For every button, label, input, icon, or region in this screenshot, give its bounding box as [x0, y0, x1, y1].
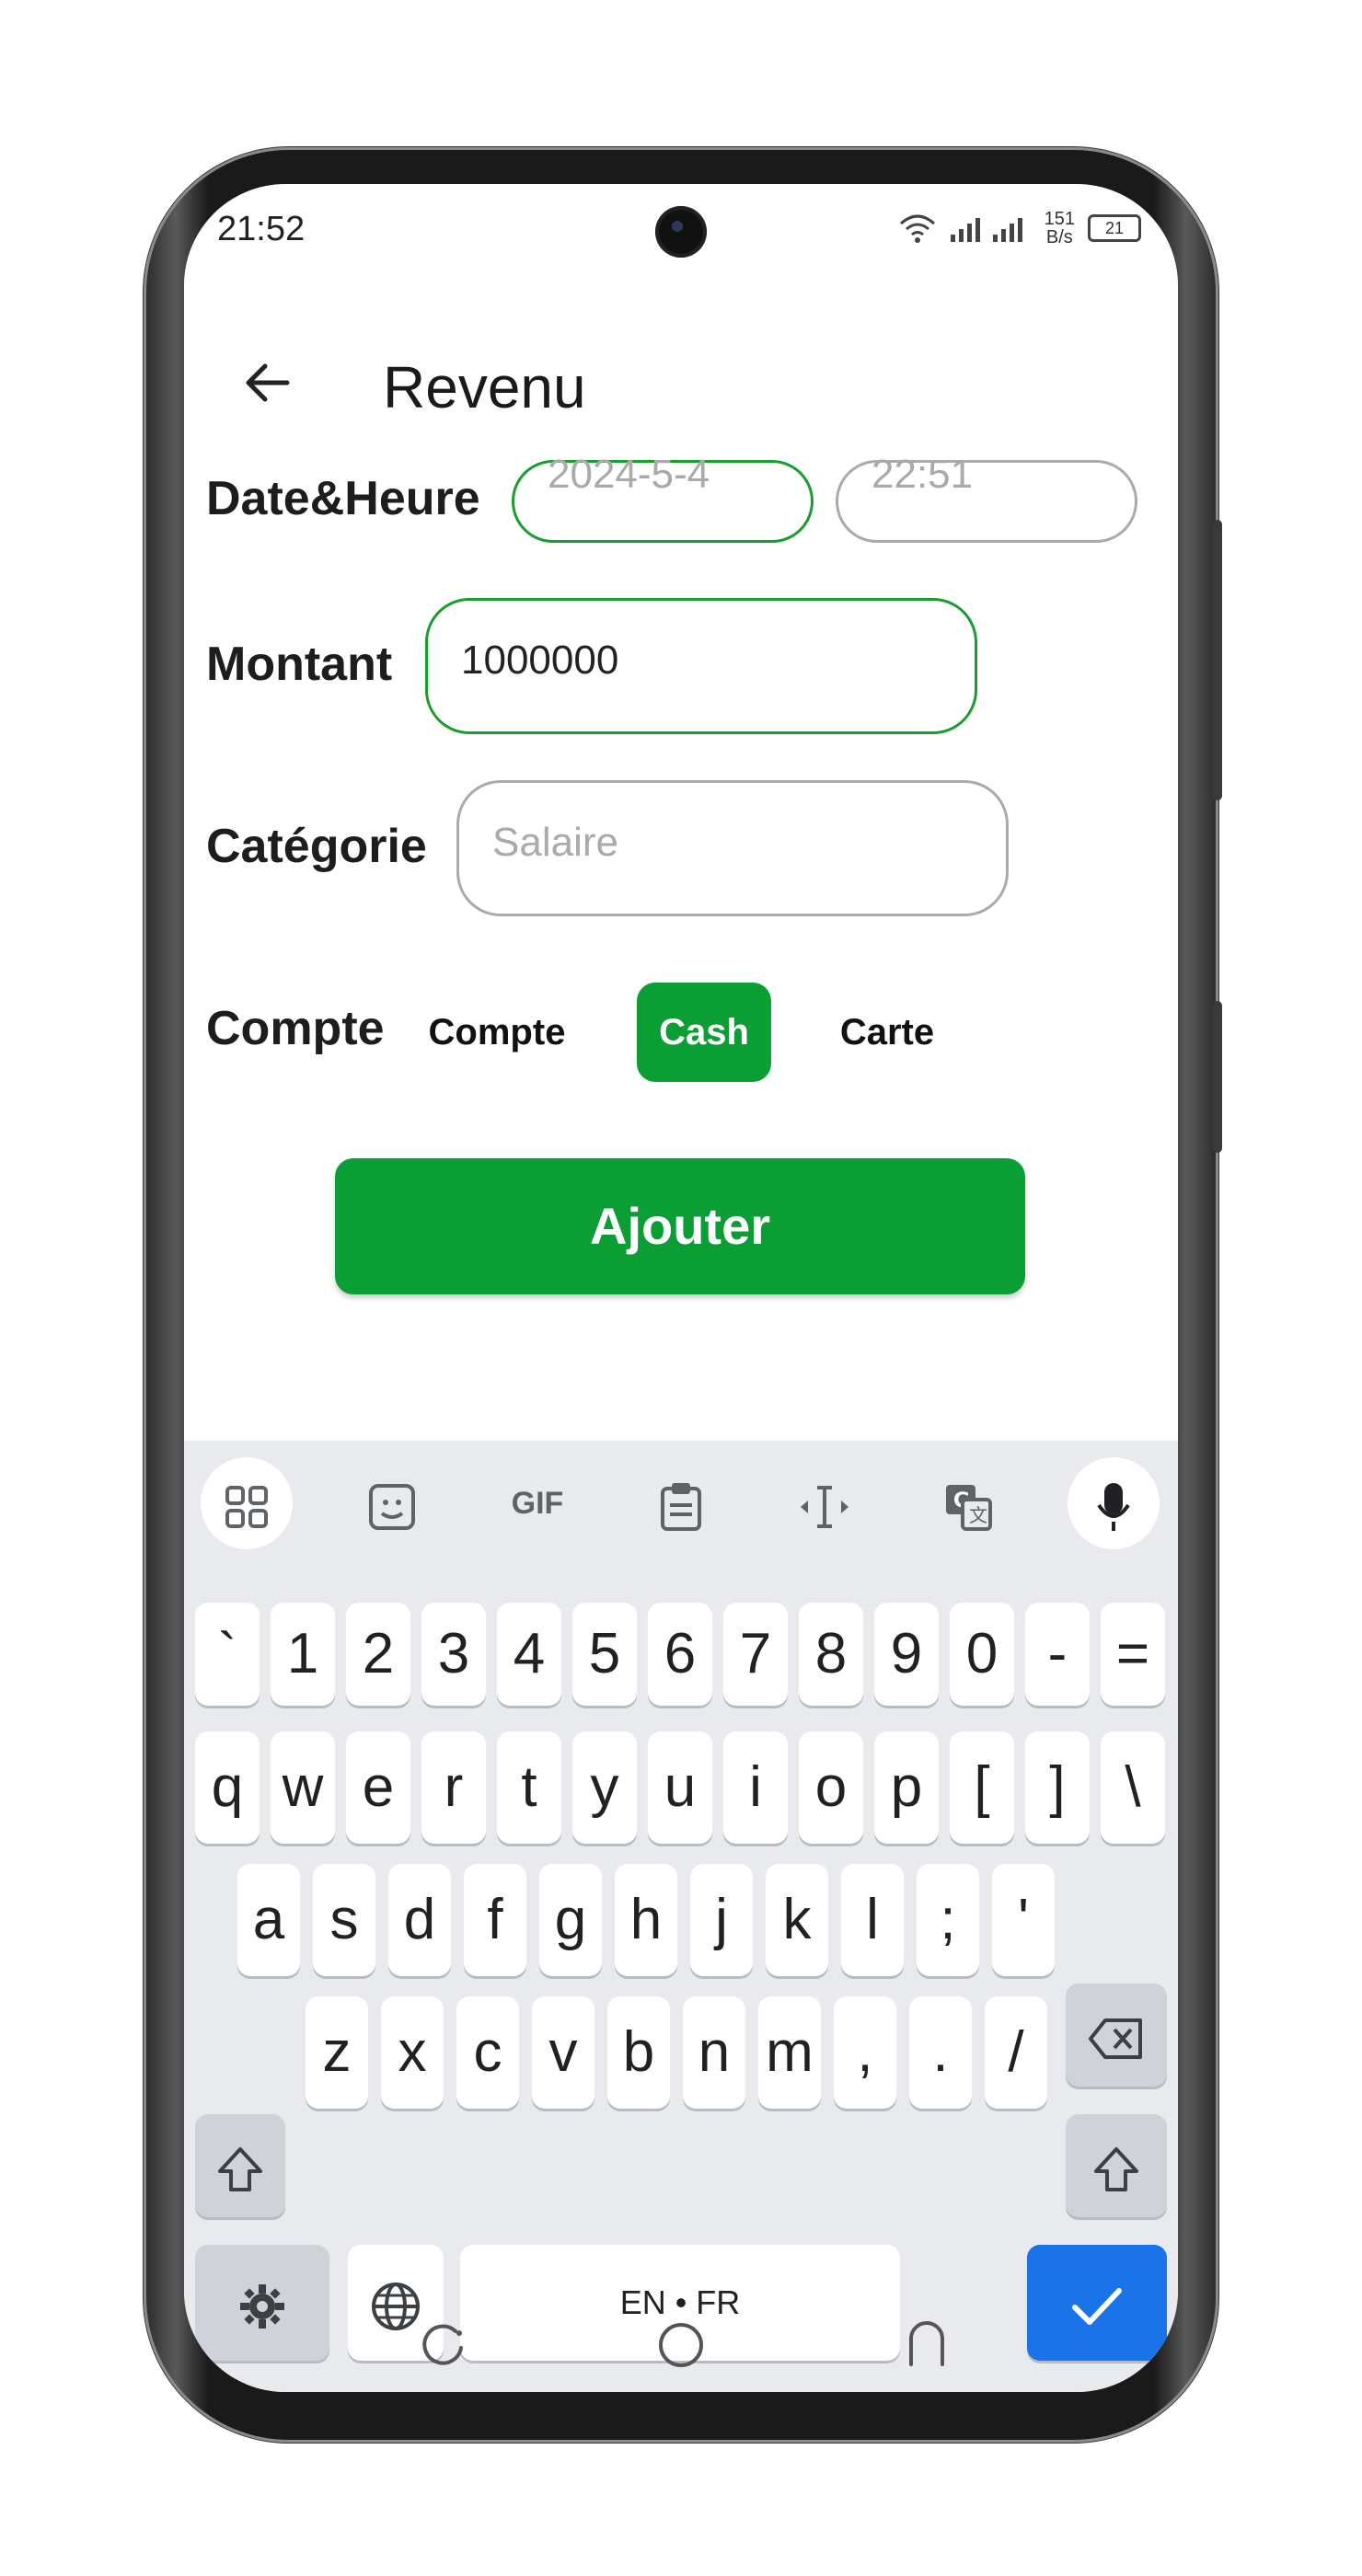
key-row-numbers-9[interactable]: 9: [874, 1603, 939, 1706]
key-row-a-2[interactable]: d: [388, 1864, 451, 1976]
date-field[interactable]: 2024-5-4: [512, 454, 814, 543]
key-row-numbers-3[interactable]: 3: [421, 1603, 486, 1706]
datetime-label: Date&Heure: [206, 472, 480, 525]
account-option-compte[interactable]: Compte: [414, 983, 580, 1082]
key-row-q-3[interactable]: r: [421, 1731, 486, 1844]
key-row-q-8[interactable]: o: [799, 1731, 863, 1844]
recents-nav-icon[interactable]: [419, 2320, 468, 2378]
page-title: Revenu: [383, 354, 586, 420]
app-bar: Revenu: [184, 322, 1178, 442]
account-option-cash[interactable]: Cash: [637, 983, 771, 1082]
key-row-numbers-1[interactable]: 1: [271, 1603, 335, 1706]
key-row-numbers-6[interactable]: 6: [648, 1603, 712, 1706]
net-speed-unit: B/s: [1045, 227, 1073, 247]
sticker-icon[interactable]: [346, 1457, 438, 1549]
key-row-z-3[interactable]: v: [532, 1996, 594, 2109]
category-label: Catégorie: [206, 820, 427, 873]
key-row-numbers-2[interactable]: 2: [346, 1603, 410, 1706]
svg-text:文: 文: [969, 1504, 987, 1526]
time-field[interactable]: 22:51: [836, 454, 1137, 543]
status-icons: 151 B/s 21: [899, 210, 1141, 247]
key-row-a-8[interactable]: l: [841, 1864, 904, 1976]
key-row-z-9[interactable]: /: [985, 1996, 1047, 2109]
key-row-z-1[interactable]: x: [381, 1996, 444, 2109]
screen: 21:52 151 B/s 21 Revenu Date&Heure 2024-…: [184, 184, 1178, 2392]
key-row-q-2[interactable]: e: [346, 1731, 410, 1844]
key-row-a-1[interactable]: s: [313, 1864, 375, 1976]
key-row-numbers-7[interactable]: 7: [723, 1603, 788, 1706]
translate-icon[interactable]: G文: [922, 1457, 1014, 1549]
time-placeholder: 22:51: [871, 452, 974, 497]
key-row-a-5[interactable]: h: [615, 1864, 677, 1976]
key-row-q-7[interactable]: i: [723, 1731, 788, 1844]
key-row-q-5[interactable]: y: [572, 1731, 637, 1844]
back-nav-icon[interactable]: [902, 2320, 952, 2378]
system-nav-bar: [184, 2300, 1178, 2392]
backspace-key[interactable]: [1066, 1984, 1167, 2087]
home-nav-icon[interactable]: [656, 2320, 706, 2378]
category-placeholder: Salaire: [492, 820, 618, 865]
amount-label: Montant: [206, 638, 393, 691]
clipboard-icon[interactable]: [635, 1457, 727, 1549]
back-arrow-icon[interactable]: [239, 355, 294, 420]
gif-button[interactable]: GIF: [491, 1457, 583, 1549]
key-row-numbers-11[interactable]: -: [1025, 1603, 1090, 1706]
key-row-q-11[interactable]: ]: [1025, 1731, 1090, 1844]
microphone-icon[interactable]: [1068, 1457, 1160, 1549]
battery-icon: 21: [1088, 214, 1141, 242]
key-row-z-4[interactable]: b: [607, 1996, 670, 2109]
category-input[interactable]: Salaire: [456, 780, 1009, 916]
key-row-q-12[interactable]: \: [1101, 1731, 1165, 1844]
net-speed-value: 151: [1044, 209, 1075, 229]
key-row-z-0[interactable]: z: [306, 1996, 368, 2109]
amount-value: 1000000: [461, 638, 619, 683]
power-button: [1213, 1001, 1222, 1153]
keyboard: GIF G文 `1234567890-= qwertyuiop[]\ asdfg…: [184, 1441, 1178, 2392]
key-row-numbers-0[interactable]: `: [195, 1603, 260, 1706]
key-row-z-2[interactable]: c: [456, 1996, 519, 2109]
shift-key-right[interactable]: [1066, 2114, 1167, 2217]
key-row-q-4[interactable]: t: [497, 1731, 561, 1844]
wifi-icon: [899, 214, 935, 243]
key-row-numbers-8[interactable]: 8: [799, 1603, 863, 1706]
key-row-z-7[interactable]: ,: [834, 1996, 896, 2109]
key-row-q-1[interactable]: w: [271, 1731, 335, 1844]
signal-icon: [950, 218, 1022, 242]
key-row-a-6[interactable]: j: [690, 1864, 753, 1976]
text-cursor-icon[interactable]: [779, 1457, 871, 1549]
apps-grid-icon[interactable]: [201, 1457, 293, 1549]
key-row-a-7[interactable]: k: [766, 1864, 828, 1976]
key-row-z-8[interactable]: .: [909, 1996, 972, 2109]
key-row-numbers-5[interactable]: 5: [572, 1603, 637, 1706]
date-placeholder: 2024-5-4: [548, 452, 710, 497]
key-row-z-5[interactable]: n: [683, 1996, 745, 2109]
key-row-a-4[interactable]: g: [539, 1864, 602, 1976]
key-row-q-9[interactable]: p: [874, 1731, 939, 1844]
key-row-q-10[interactable]: [: [950, 1731, 1014, 1844]
account-option-carte[interactable]: Carte: [819, 983, 955, 1082]
volume-button: [1213, 520, 1222, 800]
key-row-numbers-4[interactable]: 4: [497, 1603, 561, 1706]
net-speed: 151 B/s: [1045, 210, 1075, 247]
account-label: Compte: [206, 1002, 385, 1055]
key-row-numbers-12[interactable]: =: [1101, 1603, 1165, 1706]
front-camera: [655, 206, 707, 258]
key-row-a-10[interactable]: ': [992, 1864, 1055, 1976]
key-row-q-6[interactable]: u: [648, 1731, 712, 1844]
amount-input[interactable]: 1000000: [425, 598, 977, 734]
key-row-z-6[interactable]: m: [758, 1996, 821, 2109]
key-row-a-0[interactable]: a: [237, 1864, 300, 1976]
shift-key-left[interactable]: [195, 2114, 285, 2217]
key-row-a-3[interactable]: f: [464, 1864, 526, 1976]
key-row-a-9[interactable]: ;: [917, 1864, 979, 1976]
key-row-q-0[interactable]: q: [195, 1731, 260, 1844]
add-button[interactable]: Ajouter: [335, 1158, 1025, 1294]
key-row-numbers-10[interactable]: 0: [950, 1603, 1014, 1706]
status-time: 21:52: [217, 210, 306, 248]
